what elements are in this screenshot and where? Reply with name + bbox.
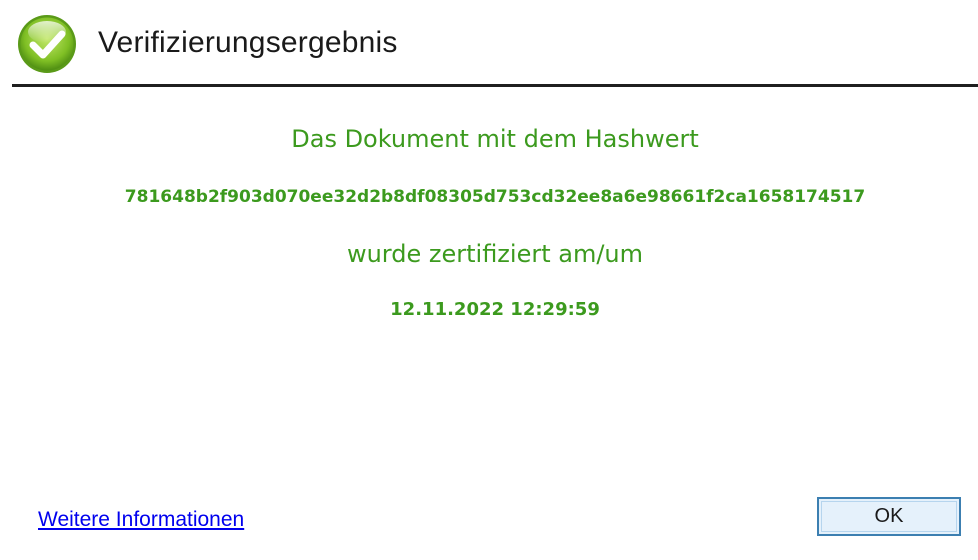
header-divider xyxy=(12,84,978,87)
hash-value: 781648b2f903d070ee32d2b8df08305d753cd32e… xyxy=(124,187,866,207)
certified-label: wurde zertifiziert am/um xyxy=(346,240,644,268)
check-circle-icon xyxy=(16,13,78,75)
intro-text: Das Dokument mit dem Hashwert xyxy=(291,125,699,153)
dialog-title: Verifizierungsergebnis xyxy=(98,26,398,59)
certified-datetime: 12.11.2022 12:29:59 xyxy=(390,299,600,320)
verification-result-dialog: Verifizierungsergebnis Das Dokument mit … xyxy=(0,0,978,560)
dialog-header: Verifizierungsergebnis xyxy=(0,0,978,86)
ok-button[interactable]: OK xyxy=(817,497,961,536)
more-info-link[interactable]: Weitere Informationen xyxy=(38,508,244,532)
ok-button-label: OK xyxy=(874,505,904,527)
